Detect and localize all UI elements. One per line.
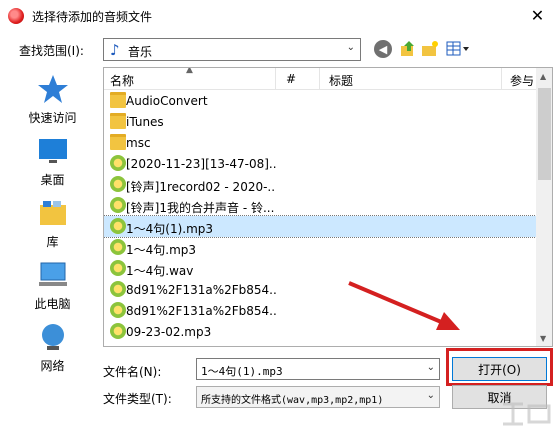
- chevron-down-icon[interactable]: ⌄: [427, 362, 435, 373]
- folder-icon: [110, 92, 126, 108]
- file-name: 1～4句(1).mp3: [126, 222, 214, 236]
- place-libraries[interactable]: 库: [9, 197, 96, 259]
- file-name: 1～4句.wav: [126, 264, 194, 278]
- file-name: 1～4句.mp3: [126, 243, 197, 257]
- file-row[interactable]: 8d91%2F131a%2Fb854...: [104, 300, 536, 321]
- place-quick-access[interactable]: 快速访问: [9, 73, 96, 135]
- place-this-pc[interactable]: 此电脑: [9, 259, 96, 321]
- file-name: [铃声]1我的合并声音 - 铃...: [126, 201, 275, 215]
- new-folder-icon[interactable]: [421, 40, 439, 58]
- column-header: 名称 ▲ # 标题 参与: [104, 68, 536, 90]
- column-divider[interactable]: [501, 68, 502, 90]
- file-name-value: 1～4句(1).mp3: [201, 365, 283, 378]
- chevron-down-icon[interactable]: ⌄: [427, 390, 435, 401]
- look-in-combobox[interactable]: ♪ 音乐 ⌄: [103, 38, 361, 61]
- place-label: 快速访问: [28, 111, 77, 125]
- computer-icon: [39, 262, 67, 286]
- desktop-icon: [39, 139, 67, 163]
- place-label: 库: [46, 235, 59, 249]
- scroll-thumb[interactable]: [538, 88, 551, 180]
- file-type-label: 文件类型(T):: [103, 392, 172, 406]
- window-title: 选择待添加的音频文件: [32, 10, 153, 24]
- file-name-label: 文件名(N):: [103, 365, 162, 379]
- places-bar: 快速访问 桌面 库 此电脑 网络: [9, 69, 96, 373]
- watermark-logo: [499, 400, 555, 428]
- file-name: msc: [126, 136, 151, 150]
- file-name: 8d91%2F131a%2Fb854...: [126, 304, 276, 318]
- file-name: AudioConvert: [126, 94, 208, 108]
- audio-file-icon: [110, 218, 126, 234]
- file-name: [2020-11-23][13-47-08]...: [126, 157, 276, 171]
- column-number[interactable]: #: [286, 72, 296, 86]
- file-row[interactable]: 1～4句.mp3: [104, 237, 536, 258]
- sort-ascending-icon: ▲: [186, 67, 193, 75]
- audio-file-icon: [110, 239, 126, 255]
- vertical-scrollbar[interactable]: ▲ ▼: [536, 68, 552, 346]
- audio-file-icon: [110, 197, 126, 213]
- chevron-down-icon[interactable]: ⌄: [347, 42, 355, 53]
- file-row[interactable]: AudioConvert: [104, 90, 536, 111]
- column-name[interactable]: 名称: [110, 72, 134, 89]
- app-icon: [8, 8, 24, 24]
- network-icon: [42, 324, 64, 350]
- scroll-down-icon[interactable]: ▼: [540, 334, 546, 343]
- place-label: 此电脑: [34, 297, 71, 311]
- column-divider[interactable]: [319, 68, 320, 90]
- file-name: 8d91%2F131a%2Fb854...: [126, 283, 276, 297]
- audio-file-icon: [110, 155, 126, 171]
- file-row[interactable]: iTunes: [104, 111, 536, 132]
- column-artist[interactable]: 参与: [510, 72, 534, 89]
- scroll-up-icon[interactable]: ▲: [540, 72, 546, 81]
- file-row[interactable]: msc: [104, 132, 536, 153]
- file-list[interactable]: 名称 ▲ # 标题 参与 AudioConvert iTunes msc [20…: [103, 67, 553, 347]
- place-network[interactable]: 网络: [9, 321, 96, 383]
- up-folder-icon[interactable]: [399, 40, 417, 58]
- folder-icon: [110, 134, 126, 150]
- column-divider[interactable]: [275, 68, 276, 90]
- audio-file-icon: [110, 323, 126, 339]
- file-row-selected[interactable]: 1～4句(1).mp3: [104, 215, 537, 238]
- file-row[interactable]: [2020-11-23][13-47-08]...: [104, 153, 536, 174]
- star-icon: [38, 75, 68, 103]
- close-icon: ✕: [530, 6, 545, 25]
- file-row[interactable]: [铃声]1record02 - 2020-...: [104, 174, 536, 195]
- audio-file-icon: [110, 302, 126, 318]
- view-menu-icon[interactable]: [446, 40, 472, 58]
- place-label: 桌面: [40, 173, 65, 187]
- file-row[interactable]: 8d91%2F131a%2Fb854...: [104, 279, 536, 300]
- place-desktop[interactable]: 桌面: [9, 135, 96, 197]
- music-folder-icon: ♪: [110, 41, 120, 59]
- back-icon[interactable]: ◀: [374, 40, 392, 58]
- file-name: 09-23-02.mp3: [126, 325, 212, 339]
- file-row[interactable]: 1～4句.wav: [104, 258, 536, 279]
- file-name: iTunes: [126, 115, 164, 129]
- audio-file-icon: [110, 281, 126, 297]
- audio-file-icon: [110, 176, 126, 192]
- column-title[interactable]: 标题: [329, 72, 353, 89]
- look-in-label: 查找范围(I):: [19, 44, 84, 58]
- audio-file-icon: [110, 260, 126, 276]
- file-name: [铃声]1record02 - 2020-...: [126, 180, 276, 194]
- close-button[interactable]: ✕: [518, 0, 557, 31]
- folder-icon: [110, 113, 126, 129]
- file-row[interactable]: 09-23-02.mp3: [104, 321, 536, 342]
- look-in-value: 音乐: [128, 45, 153, 59]
- file-type-select[interactable]: 所支持的文件格式(wav,mp3,mp2,mp1) ⌄: [196, 386, 440, 408]
- open-button[interactable]: 打开(O): [452, 357, 547, 381]
- file-type-value: 所支持的文件格式(wav,mp3,mp2,mp1): [201, 395, 384, 406]
- file-rows: AudioConvert iTunes msc [2020-11-23][13-…: [104, 90, 537, 342]
- title-bar: 选择待添加的音频文件 ✕: [0, 0, 557, 31]
- library-icon: [40, 201, 66, 225]
- file-row[interactable]: [铃声]1我的合并声音 - 铃...: [104, 195, 536, 216]
- file-name-input[interactable]: 1～4句(1).mp3 ⌄: [196, 358, 440, 380]
- place-label: 网络: [40, 359, 65, 373]
